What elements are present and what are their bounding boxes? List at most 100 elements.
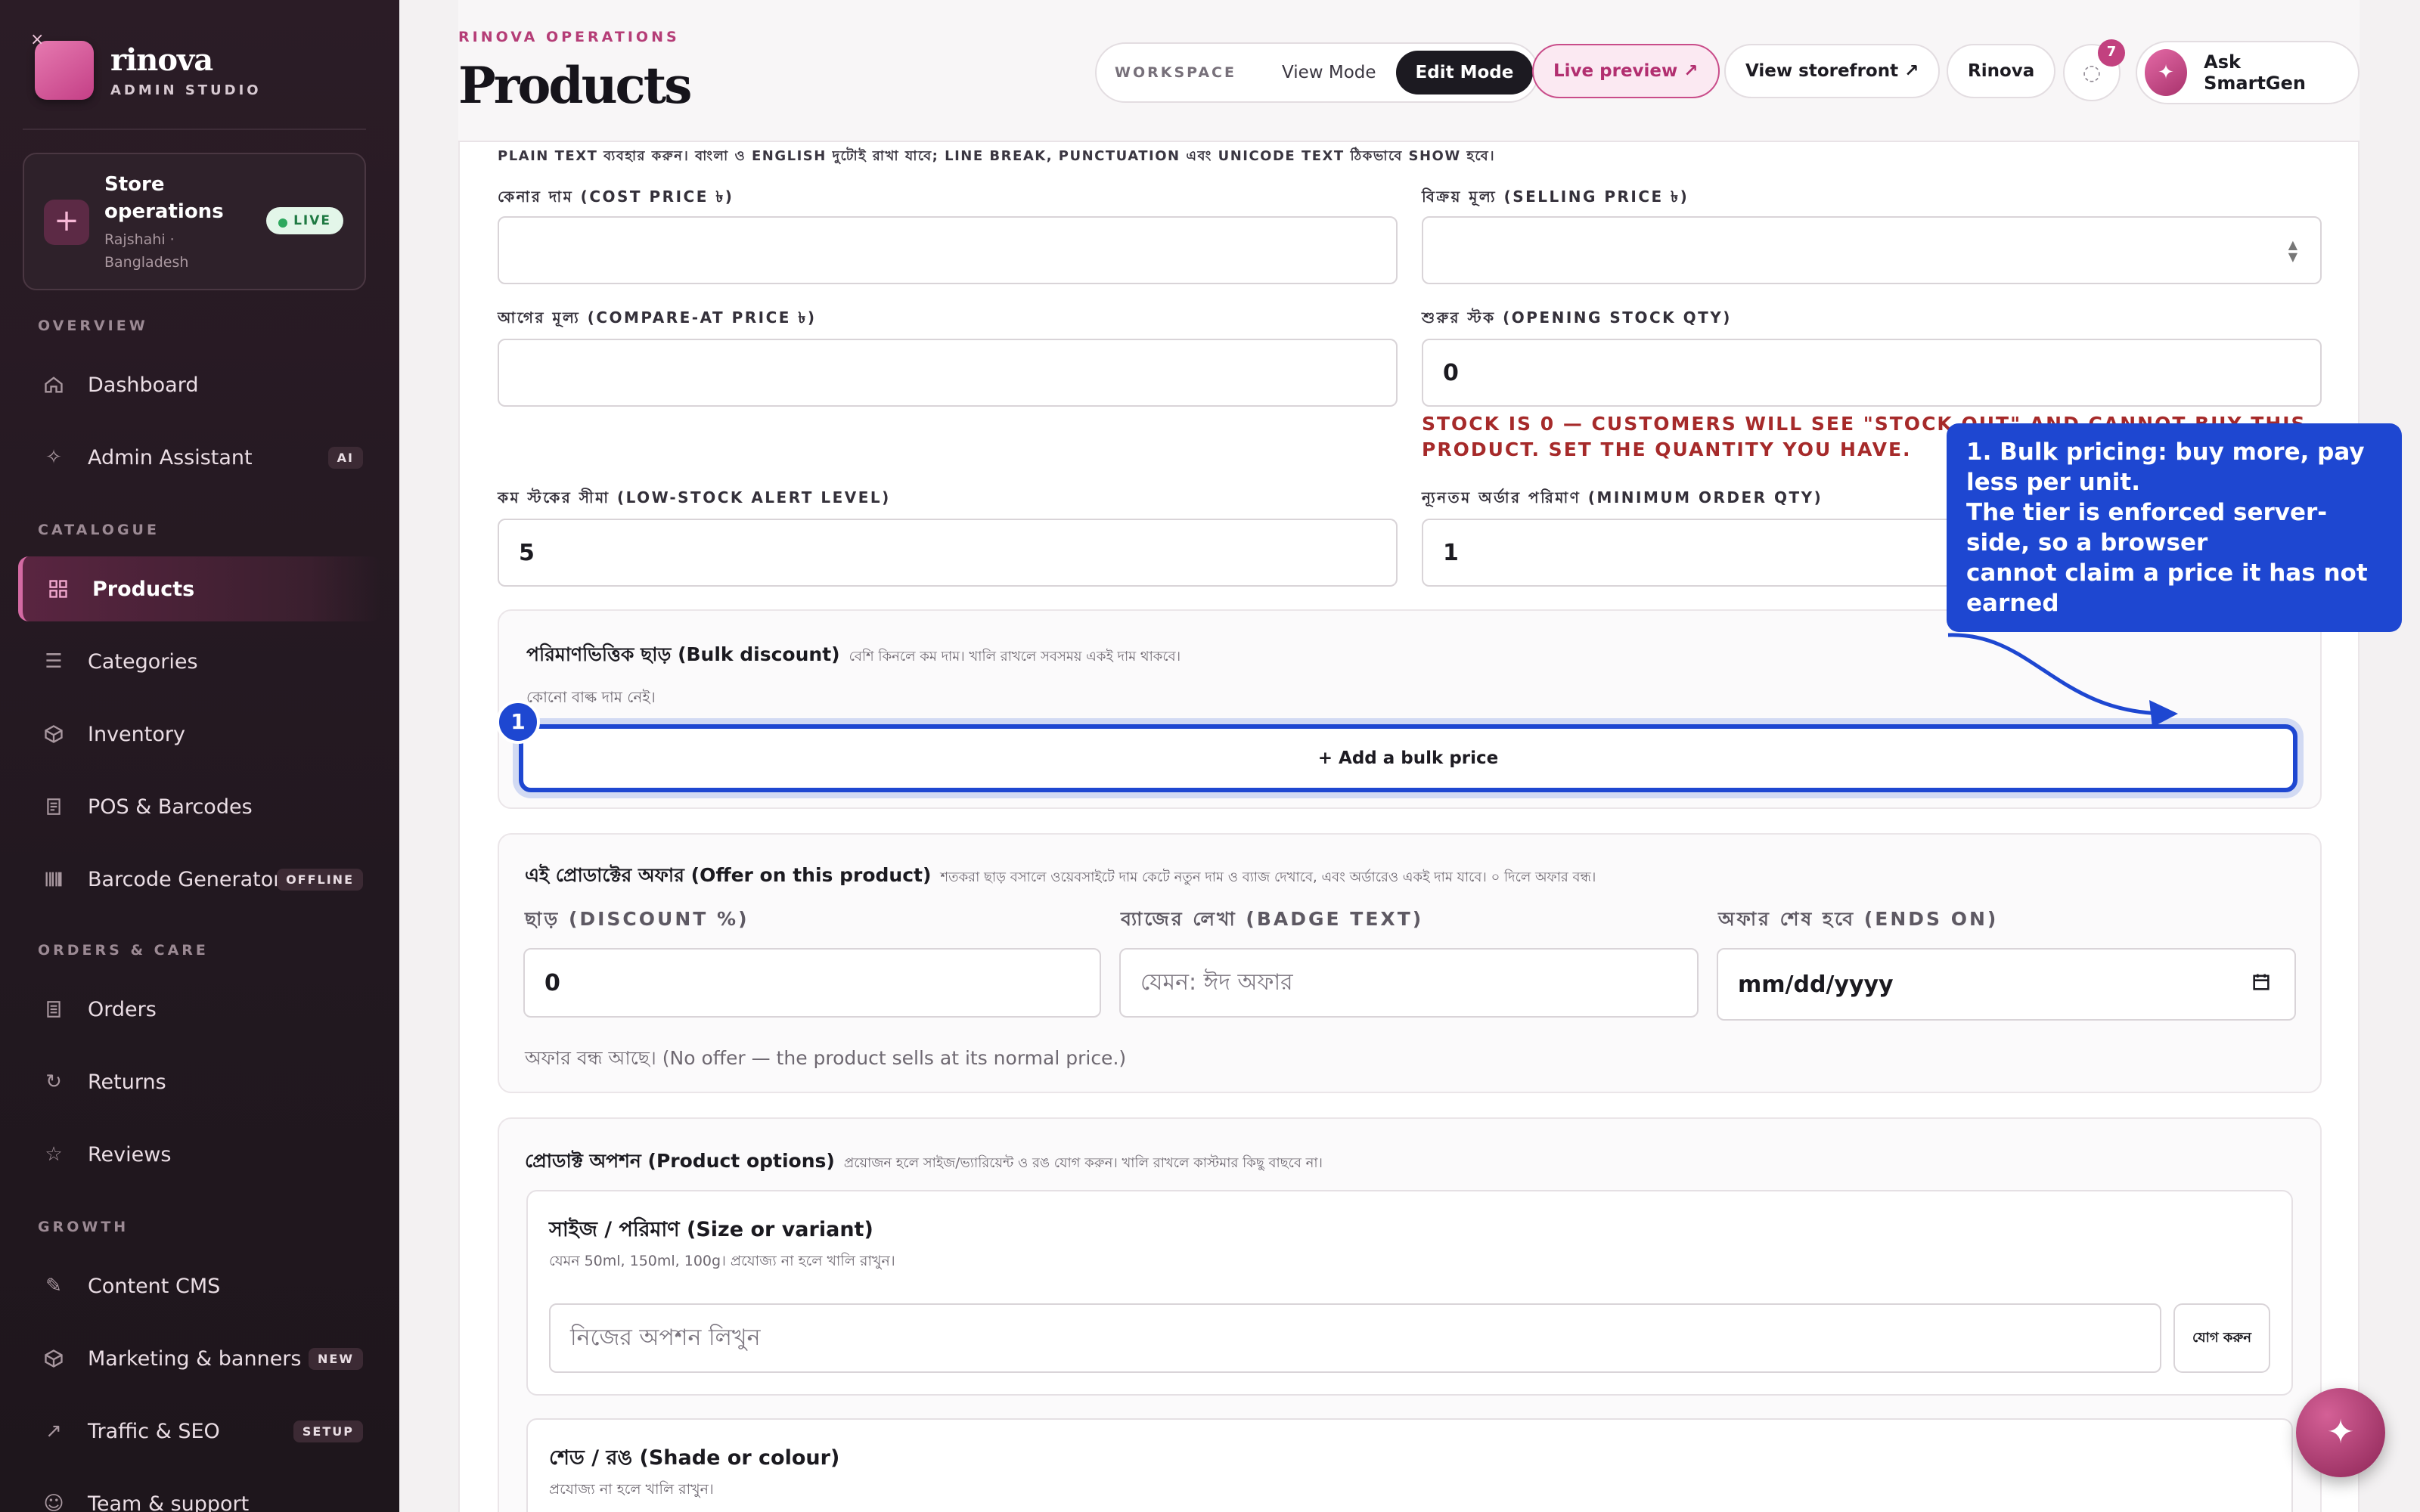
sidebar-item-content-cms[interactable]: ✎ Content CMS [18,1253,381,1318]
grid-icon [47,578,70,600]
package-icon [42,1347,65,1370]
sidebar-item-barcode-generator[interactable]: Barcode Generator OFFLINE [18,847,381,912]
store-title: Store operations [104,173,224,223]
compare-price-label: আগের মূল্য (COMPARE-AT PRICE ৳) [498,308,817,327]
box-icon [42,723,65,745]
home-icon [42,373,65,396]
sidebar-item-label: Team & support [88,1492,250,1512]
refresh-icon: ↻ [45,1070,62,1093]
badge-text-placeholder: যেমন: ঈদ অফার [1140,968,1293,996]
sidebar-item-products[interactable]: Products [18,556,381,621]
stepper-icon[interactable]: ▲ ▼ [2288,239,2297,263]
workspace-label: WORKSPACE [1115,64,1236,81]
sidebar-item-traffic-seo[interactable]: ↗ Traffic & SEO SETUP [18,1399,381,1464]
barcode-icon [42,868,65,891]
date-placeholder: mm/dd/yyyy [1738,971,1894,998]
section-catalogue: CATALOGUE [38,522,160,538]
ai-badge: AI [327,446,363,469]
ask-smartgen-button[interactable]: ✦ Ask SmartGen [2136,41,2360,104]
sidebar-item-label: Orders [88,997,157,1021]
view-mode-button[interactable]: View Mode [1262,51,1396,94]
callout-arrow-icon [1947,633,2178,727]
section-orders: ORDERS & CARE [38,942,209,959]
sidebar-item-label: Content CMS [88,1274,221,1298]
sidebar-item-label: Reviews [88,1142,172,1167]
brand-name: rinova [110,42,213,78]
sidebar-item-orders[interactable]: Orders [18,977,381,1042]
shade-colour-title: শেড / রঙ (Shade or colour) [549,1446,840,1470]
calendar-icon[interactable] [2251,971,2272,999]
selling-price-input[interactable]: ▲ ▼ [1422,216,2322,284]
arrow-up-right-icon: ↗ [45,1420,62,1442]
sidebar-item-reviews[interactable]: ☆ Reviews [18,1122,381,1187]
offline-badge: OFFLINE [277,868,363,891]
low-stock-input[interactable]: 5 [498,519,1398,587]
plus-icon: + [44,200,89,245]
discount-input[interactable]: 0 [523,948,1101,1018]
sidebar-item-pos[interactable]: POS & Barcodes [18,774,381,839]
sidebar-item-label: POS & Barcodes [88,795,253,819]
store-switcher[interactable]: + Store operations Rajshahi · Bangladesh… [23,153,366,290]
sidebar-item-label: Inventory [88,722,185,746]
sidebar-item-dashboard[interactable]: Dashboard [18,352,381,417]
tour-callout: 1. Bulk pricing: buy more, pay less per … [1947,423,2402,632]
compare-price-input[interactable] [498,339,1398,407]
bulk-discount-hint: বেশি কিনলে কম দাম। খালি রাখলে সবসময় একই… [849,649,1181,665]
edit-mode-button[interactable]: Edit Mode [1395,51,1534,94]
notification-count: 7 [2098,39,2125,67]
setup-badge: SETUP [293,1420,363,1442]
size-variant-hint: যেমন 50ml, 150ml, 100g। প্রযোজ্য না হলে … [549,1253,895,1269]
sidebar-item-returns[interactable]: ↻ Returns [18,1049,381,1114]
star-icon: ☆ [45,1143,63,1166]
custom-option-placeholder: নিজের অপশন লিখুন [570,1324,761,1351]
offer-title: এই প্রোডাক্টের অফার (Offer on this produ… [525,860,1596,893]
bulk-discount-title: পরিমাণভিত্তিক ছাড় (Bulk discount) বেশি ক… [526,640,1181,672]
ask-label: Ask SmartGen [2204,51,2306,94]
section-growth: GROWTH [38,1219,129,1235]
live-preview-button[interactable]: Live preview ↗ [1532,44,1720,98]
store-location: Rajshahi · Bangladesh [104,231,189,271]
new-badge: NEW [309,1347,363,1370]
offer-heading: এই প্রোডাক্টের অফার (Offer on this produ… [525,864,932,886]
sidebar-item-label: Categories [88,649,198,674]
brand-subtitle: ADMIN STUDIO [110,82,262,98]
sidebar-item-categories[interactable]: ☰ Categories [18,629,381,694]
ends-on-date-input[interactable]: mm/dd/yyyy [1717,948,2296,1021]
sidebar-item-inventory[interactable]: Inventory [18,702,381,767]
sparkle-icon: ✦ [2145,49,2188,96]
brand[interactable]: rinova ADMIN STUDIO [30,30,262,100]
add-option-button[interactable]: যোগ করুন [2173,1303,2270,1373]
pencil-icon: ✎ [45,1275,62,1297]
live-badge: LIVE [266,207,343,234]
opening-stock-input[interactable]: 0 [1422,339,2322,407]
offer-hint: শতকরা ছাড় বসালে ওয়েবসাইটে দাম কেটে নতু… [940,869,1596,885]
sidebar-divider [23,129,366,130]
sidebar-item-label: Dashboard [88,373,199,397]
sidebar-item-label: Products [92,577,195,601]
sidebar-item-marketing[interactable]: Marketing & banners NEW [18,1326,381,1391]
custom-option-input[interactable]: নিজের অপশন লিখুন [549,1303,2161,1373]
sidebar-item-label: Admin Assistant [88,445,253,469]
product-options-hint: প্রয়োজন হলে সাইজ/ভ্যারিয়েন্ট ও রঙ যোগ … [843,1155,1323,1171]
sidebar-item-label: Returns [88,1070,166,1094]
user-icon: ☺ [43,1492,64,1512]
top-bar: RINOVA OPERATIONS Products WORKSPACE Vie… [458,0,2360,142]
smartgen-fab-button[interactable]: ✦ [2296,1388,2385,1477]
cost-price-input[interactable] [498,216,1398,284]
bulk-discount-heading: পরিমাণভিত্তিক ছাড় (Bulk discount) [526,643,840,665]
sidebar-item-admin-assistant[interactable]: ✧ Admin Assistant AI [18,425,381,490]
sidebar-item-team-support[interactable]: ☺ Team & support [18,1471,381,1512]
mode-switcher: WORKSPACE View Mode Edit Mode [1095,42,1540,103]
add-bulk-price-button[interactable]: + Add a bulk price [519,724,2297,792]
view-storefront-button[interactable]: View storefront ↗ [1724,44,1941,98]
page-eyebrow: RINOVA OPERATIONS [458,29,680,45]
tour-step-badge: 1 [496,700,540,744]
badge-text-input[interactable]: যেমন: ঈদ অফার [1119,948,1699,1018]
offer-status: অফার বন্ধ আছে। (No offer — the product s… [525,1047,1127,1069]
sidebar-item-label: Barcode Generator [88,867,282,891]
section-overview: OVERVIEW [38,318,148,334]
min-order-label: ন্যূনতম অর্ডার পরিমাণ (MINIMUM ORDER QTY… [1422,488,1823,507]
account-button[interactable]: Rinova [1947,44,2056,98]
sidebar-item-label: Traffic & SEO [88,1419,220,1443]
bulk-empty-text: কোনো বাল্ক দাম নেই। [526,688,656,706]
